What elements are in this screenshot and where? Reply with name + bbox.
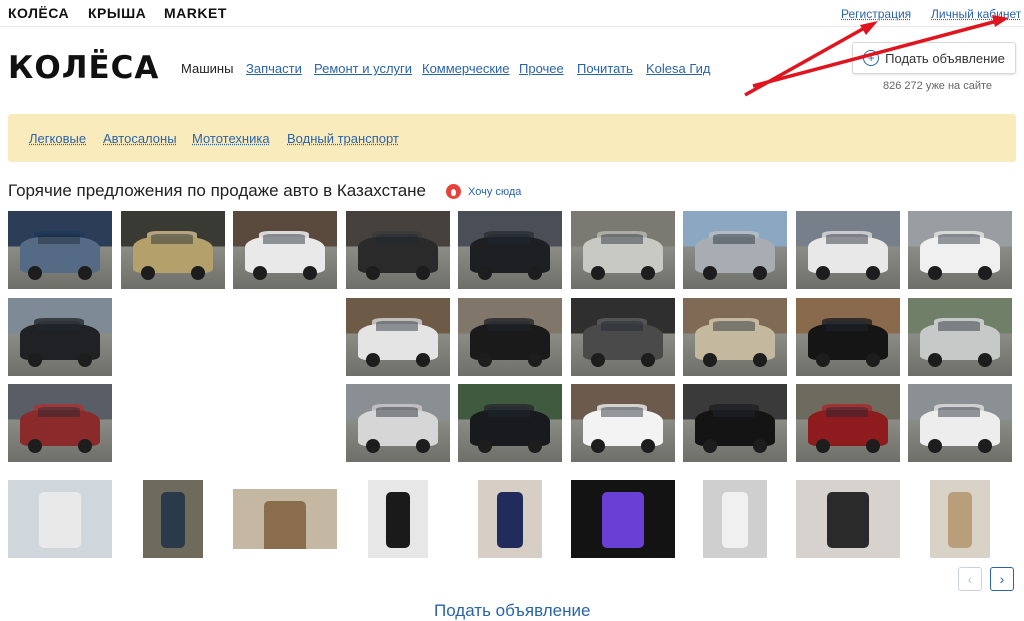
arrowhead-register xyxy=(860,21,878,35)
annotation-arrow-cabinet xyxy=(752,19,998,88)
annotation-arrows xyxy=(744,15,1009,97)
arrowhead-cabinet xyxy=(992,15,1009,27)
